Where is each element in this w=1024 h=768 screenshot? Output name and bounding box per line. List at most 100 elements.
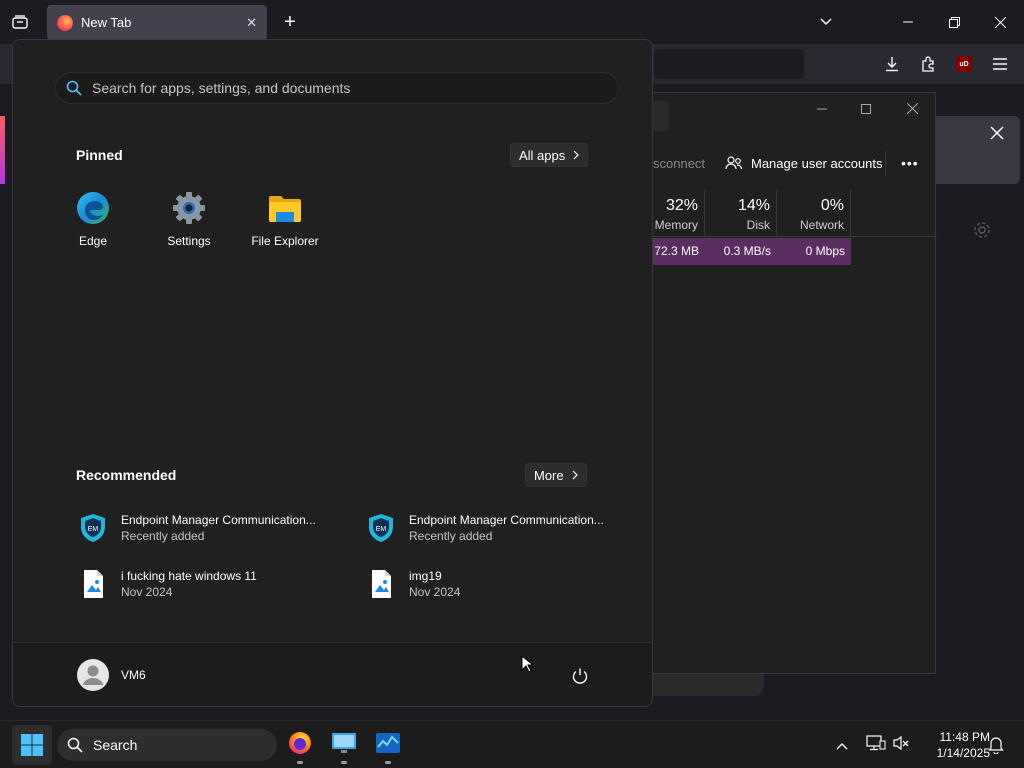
recommended-subtitle: Nov 2024 <box>121 585 173 599</box>
clock-time: 11:48 PM <box>939 730 990 744</box>
recommended-title: i fucking hate windows 11 <box>121 569 257 583</box>
recommended-item[interactable]: i fucking hate windows 11 Nov 2024 <box>77 562 357 606</box>
taskbar: Search 11:48 PM 1/14/2025 <box>0 720 1024 768</box>
notification-accent <box>0 116 5 184</box>
start-button[interactable] <box>12 725 52 765</box>
column-network[interactable]: 0% Network <box>777 189 851 237</box>
recommended-item[interactable]: img19 Nov 2024 <box>365 562 645 606</box>
tm-shadow-strip <box>650 674 764 696</box>
clock-date: 1/14/2025 <box>936 746 990 760</box>
start-menu: Pinned All apps Edge Settings <box>12 39 653 707</box>
browser-tab-bar: New Tab ✕ + <box>0 0 1024 44</box>
disk-pct: 14% <box>737 197 770 214</box>
firefox-view-icon[interactable] <box>6 8 34 36</box>
volume-muted-icon[interactable] <box>892 735 910 756</box>
tab-title: New Tab <box>81 15 132 30</box>
task-manager-window: sconnect Manage user accounts ••• 32% Me… <box>620 92 937 674</box>
recommended-subtitle: Nov 2024 <box>409 585 461 599</box>
clock[interactable]: 11:48 PM 1/14/2025 <box>918 729 990 761</box>
users-icon <box>725 156 743 170</box>
power-button[interactable] <box>571 667 589 690</box>
ublock-badge: uD <box>956 56 972 72</box>
pinned-heading: Pinned <box>76 147 123 163</box>
row-network: 0 Mbps <box>777 238 851 265</box>
pinned-app-label: Settings <box>167 234 211 248</box>
all-apps-label: All apps <box>519 147 566 163</box>
more-button[interactable]: More <box>525 463 587 487</box>
taskbar-search-label: Search <box>93 737 138 753</box>
start-search-box[interactable] <box>55 72 619 104</box>
more-options-button[interactable]: ••• <box>901 155 919 171</box>
window-close-icon[interactable] <box>986 8 1014 36</box>
taskbar-app-remote-desktop[interactable] <box>324 723 364 763</box>
pinned-app-label: Edge <box>78 234 108 248</box>
disk-label: Disk <box>746 218 770 232</box>
running-indicator <box>385 761 391 764</box>
search-icon <box>66 80 82 96</box>
running-indicator <box>297 761 303 764</box>
taskbar-app-firefox[interactable] <box>280 723 320 763</box>
network-icon[interactable] <box>866 735 886 756</box>
pinned-app-settings[interactable]: Settings <box>141 190 237 264</box>
recommended-title: Endpoint Manager Communication... <box>409 513 604 527</box>
recommended-item[interactable]: EM Endpoint Manager Communication... Rece… <box>365 506 645 550</box>
network-pct: 0% <box>820 197 844 214</box>
pinned-app-file-explorer[interactable]: File Explorer <box>237 190 333 264</box>
recommended-title: img19 <box>409 569 442 583</box>
search-icon <box>67 737 83 753</box>
start-footer: VM6 <box>13 642 652 706</box>
network-label: Network <box>799 218 844 232</box>
settings-gear-icon <box>173 192 205 224</box>
avatar <box>77 659 109 691</box>
manage-user-accounts-button[interactable]: Manage user accounts <box>725 155 883 171</box>
endpoint-manager-icon: EM <box>369 514 393 542</box>
close-tab-icon[interactable]: ✕ <box>246 15 257 31</box>
list-all-tabs-icon[interactable] <box>812 8 840 36</box>
remote-desktop-icon <box>332 733 356 753</box>
pinned-app-edge[interactable]: Edge <box>45 190 141 264</box>
show-hidden-icons-chevron-icon[interactable] <box>836 737 848 755</box>
chevron-right-icon <box>573 150 580 160</box>
svg-text:EM: EM <box>376 526 387 533</box>
image-file-icon <box>372 570 391 598</box>
newtab-settings-gear-icon[interactable] <box>972 220 992 245</box>
disconnect-button[interactable]: sconnect <box>653 156 705 171</box>
tm-minimize-icon[interactable] <box>817 101 827 119</box>
user-account-button[interactable]: VM6 <box>77 659 146 691</box>
new-tab-button[interactable]: + <box>276 8 304 36</box>
start-search-input[interactable] <box>92 80 572 96</box>
restore-icon[interactable] <box>940 8 968 36</box>
user-name: VM6 <box>121 668 146 682</box>
all-apps-button[interactable]: All apps <box>510 143 589 167</box>
pinned-app-label: File Explorer <box>251 234 319 248</box>
tm-command-bar: sconnect Manage user accounts ••• <box>621 141 937 185</box>
recommended-title: Endpoint Manager Communication... <box>121 513 316 527</box>
recommended-item[interactable]: EM Endpoint Manager Communication... Rece… <box>77 506 357 550</box>
downloads-icon[interactable] <box>878 50 906 78</box>
recommended-heading: Recommended <box>76 467 177 483</box>
hamburger-menu-icon[interactable] <box>986 50 1014 78</box>
table-row[interactable]: 72.3 MB 0.3 MB/s 0 Mbps <box>621 238 851 265</box>
ublock-origin-icon[interactable]: uD <box>950 50 978 78</box>
taskbar-search[interactable]: Search <box>57 729 277 761</box>
taskbar-app-task-manager[interactable] <box>368 723 408 763</box>
notification-close-icon[interactable] <box>990 126 1004 145</box>
url-bar[interactable] <box>654 49 804 79</box>
tm-maximize-icon[interactable] <box>861 101 871 119</box>
manage-user-accounts-label: Manage user accounts <box>751 155 883 171</box>
notifications-bell-icon[interactable] <box>988 736 1004 759</box>
folder-icon <box>269 196 301 222</box>
firefox-icon <box>57 14 73 31</box>
column-disk[interactable]: 14% Disk <box>705 189 777 237</box>
more-label: More <box>534 467 564 483</box>
extensions-icon[interactable] <box>914 50 942 78</box>
edge-icon <box>77 192 109 224</box>
endpoint-manager-icon: EM <box>81 514 105 542</box>
browser-tab-new-tab[interactable]: New Tab ✕ <box>47 5 267 40</box>
recommended-subtitle: Recently added <box>121 529 205 543</box>
recommended-subtitle: Recently added <box>409 529 493 543</box>
tm-close-icon[interactable] <box>906 101 919 119</box>
power-icon <box>572 668 588 684</box>
minimize-icon[interactable] <box>894 8 922 36</box>
chevron-right-icon <box>572 470 578 480</box>
